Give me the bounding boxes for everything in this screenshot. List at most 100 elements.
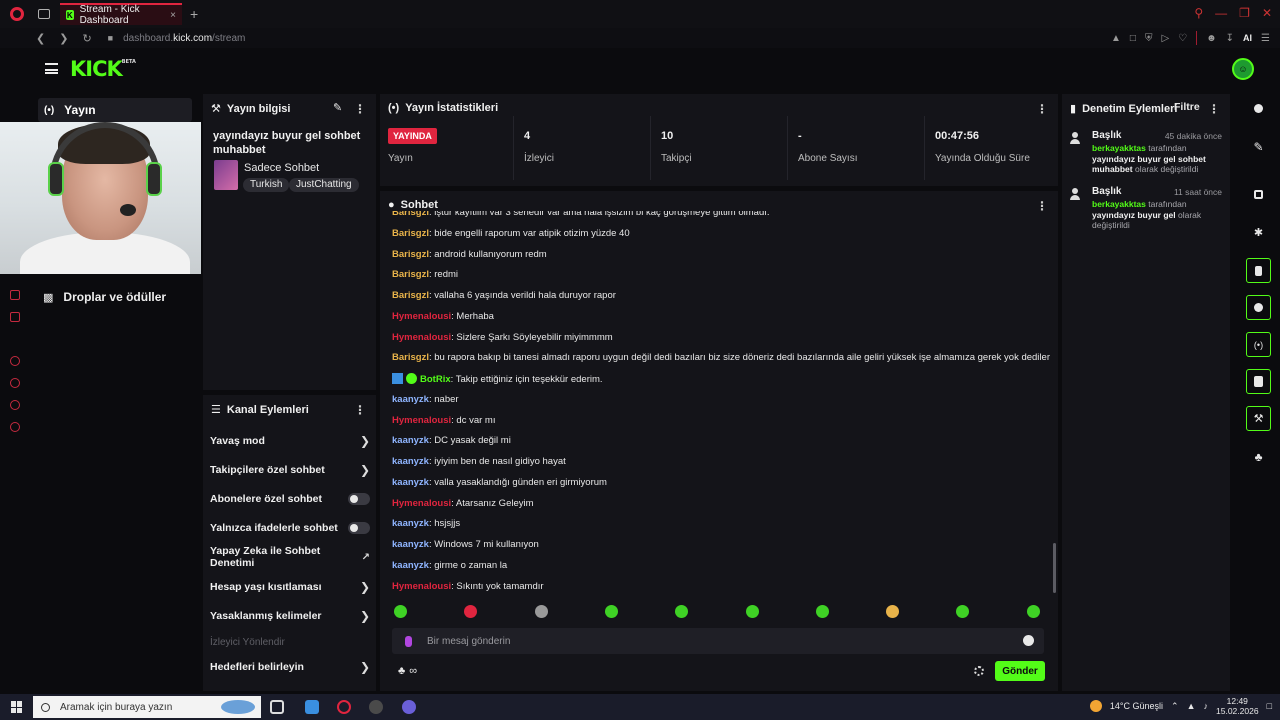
menu-icon[interactable]: ☰ — [1261, 33, 1270, 44]
volume-icon[interactable]: ♪ — [1204, 701, 1209, 711]
chat-username[interactable]: Barisgzl — [392, 290, 429, 301]
emote-only-toggle[interactable] — [348, 522, 370, 534]
discord-taskbar-icon[interactable] — [402, 700, 416, 714]
task-view-icon[interactable] — [270, 700, 284, 714]
ai-moderation-row[interactable]: Yapay Zeka ile Sohbet Denetimi ↗ — [210, 545, 370, 569]
chat-scrollbar[interactable] — [1053, 543, 1056, 593]
chat-username[interactable]: kaanyzk — [392, 477, 429, 488]
category-name[interactable]: Sadece Sohbet — [244, 162, 319, 174]
community-icon[interactable]: ♣ — [1246, 444, 1271, 469]
emote-icon[interactable] — [886, 605, 900, 618]
account-age-row[interactable]: Hesap yaşı kısıtlaması ❯ — [210, 579, 370, 595]
profile-icon[interactable]: ☻ — [1206, 33, 1217, 44]
emote-icon[interactable] — [534, 605, 548, 618]
chat-username[interactable]: Barisgzl — [392, 228, 429, 239]
snapshot-icon[interactable]: □ — [1130, 33, 1136, 44]
tray-chevron-icon[interactable]: ⌃ — [1171, 701, 1179, 712]
sidebar-item-drops[interactable]: ▩ Droplar ve ödüller — [43, 290, 166, 304]
obs-taskbar-icon[interactable] — [369, 700, 383, 714]
chat-message-list[interactable]: Barisgzl: iştur kayıtlim var 3 senedir v… — [392, 211, 1052, 596]
chat-username[interactable]: Hymenalousi — [392, 581, 451, 592]
taskbar-search[interactable]: Aramak için buraya yazın — [33, 696, 261, 718]
network-icon[interactable]: ▲ — [1187, 701, 1196, 711]
file-explorer-icon[interactable] — [305, 700, 319, 714]
emote-icon[interactable] — [745, 605, 759, 618]
more-options-icon[interactable]: ⋮ — [1208, 102, 1220, 116]
emoji-icon[interactable] — [1023, 635, 1034, 646]
log-user[interactable]: berkayakktas — [1092, 143, 1146, 153]
chat-username[interactable]: kaanyzk — [392, 560, 429, 571]
chat-username[interactable]: Hymenalousi — [392, 311, 451, 322]
reload-icon[interactable]: ↻ — [82, 32, 91, 45]
chat-settings-icon[interactable] — [974, 666, 984, 676]
chat-username[interactable]: Barisgzl — [392, 352, 429, 363]
tab-close-icon[interactable]: × — [170, 10, 176, 21]
slow-mode-row[interactable]: Yavaş mod ❯ — [210, 433, 370, 449]
browser-tab[interactable]: K Stream - Kick Dashboard × — [60, 3, 182, 26]
weather-text[interactable]: 14°C Güneşli — [1110, 701, 1163, 711]
followers-only-row[interactable]: Takipçilere özel sohbet ❯ — [210, 462, 370, 478]
emote-icon[interactable] — [464, 605, 478, 618]
taskbar-clock[interactable]: 12:49 15.02.2026 — [1216, 696, 1259, 716]
chat-username[interactable]: BotRix — [420, 374, 451, 385]
opera-logo-icon[interactable] — [10, 7, 24, 21]
windows-start-icon[interactable] — [11, 701, 23, 713]
emote-icon[interactable] — [1026, 605, 1040, 618]
edit-icon[interactable]: ✎ — [1246, 134, 1271, 159]
edit-icon[interactable]: ✎ — [333, 101, 342, 114]
more-options-icon[interactable]: ⋮ — [354, 403, 366, 417]
chat-username[interactable]: kaanyzk — [392, 394, 429, 405]
ai-button[interactable]: AI — [1243, 33, 1252, 43]
emote-icon[interactable] — [956, 605, 970, 618]
emote-icon[interactable] — [815, 605, 829, 618]
close-icon[interactable]: ✕ — [1262, 6, 1272, 20]
search-icon[interactable]: ⚲ — [1194, 6, 1203, 20]
chat-username[interactable]: Barisgzl — [392, 249, 429, 260]
shield-icon[interactable]: ⛨ — [1145, 33, 1153, 44]
chat-input[interactable]: Bir mesaj gönderin — [392, 628, 1044, 654]
tag-turkish[interactable]: Turkish — [243, 178, 290, 192]
chat-username[interactable]: kaanyzk — [392, 456, 429, 467]
chat-toggle[interactable] — [1246, 295, 1271, 320]
heart-icon[interactable]: ♡ — [1178, 33, 1187, 44]
hamburger-menu-icon[interactable] — [45, 63, 58, 74]
chat-username[interactable]: kaanyzk — [392, 518, 429, 529]
log-user[interactable]: berkayakktas — [1092, 199, 1146, 209]
chat-username[interactable]: kaanyzk — [392, 435, 429, 446]
subscribers-only-toggle[interactable] — [348, 493, 370, 505]
chat-username[interactable]: Hymenalousi — [392, 415, 451, 426]
back-icon[interactable]: ❮ — [36, 32, 45, 45]
more-options-icon[interactable]: ⋮ — [354, 102, 366, 116]
send-button[interactable]: Gönder — [995, 661, 1045, 681]
emote-icon[interactable] — [675, 605, 689, 618]
forward-icon[interactable]: ❯ — [59, 32, 68, 45]
new-tab-button[interactable]: + — [190, 6, 198, 22]
camera-icon[interactable] — [1246, 182, 1271, 207]
chat-username[interactable]: Hymenalousi — [392, 332, 451, 343]
chat-username[interactable]: kaanyzk — [392, 539, 429, 550]
more-options-icon[interactable]: ⋮ — [1036, 102, 1048, 116]
tag-justchatting[interactable]: JustChatting — [289, 178, 359, 192]
lightning-icon[interactable]: ✱ — [1246, 220, 1271, 245]
play-icon[interactable]: ▷ — [1161, 33, 1169, 44]
info-icon[interactable] — [1246, 96, 1271, 121]
history-icon[interactable] — [10, 378, 20, 388]
maximize-icon[interactable]: ❐ — [1239, 6, 1250, 20]
emote-icon[interactable] — [604, 605, 618, 618]
url-field[interactable]: dashboard.kick.com/stream — [123, 33, 245, 44]
emote-icon[interactable] — [394, 605, 407, 618]
user-avatar[interactable]: ☺ — [1232, 58, 1254, 80]
minimize-icon[interactable]: — — [1215, 6, 1227, 20]
layout-toggle[interactable] — [1246, 369, 1271, 394]
chat-username[interactable]: Hymenalousi — [392, 498, 451, 509]
wrench-toggle[interactable]: ⚒ — [1246, 406, 1271, 431]
stream-info-toggle[interactable] — [1246, 258, 1271, 283]
filter-button[interactable]: Filtre — [1174, 101, 1200, 113]
chat-bubble-icon[interactable] — [10, 400, 20, 410]
record-icon[interactable] — [10, 356, 20, 366]
tab-overview-icon[interactable] — [38, 9, 50, 19]
set-goals-row[interactable]: Hedefleri belirleyin ❯ — [210, 659, 370, 675]
points-icon[interactable]: ♣ — [398, 665, 405, 677]
stats-toggle[interactable]: (•) — [1246, 332, 1271, 357]
card-icon[interactable] — [10, 312, 20, 322]
